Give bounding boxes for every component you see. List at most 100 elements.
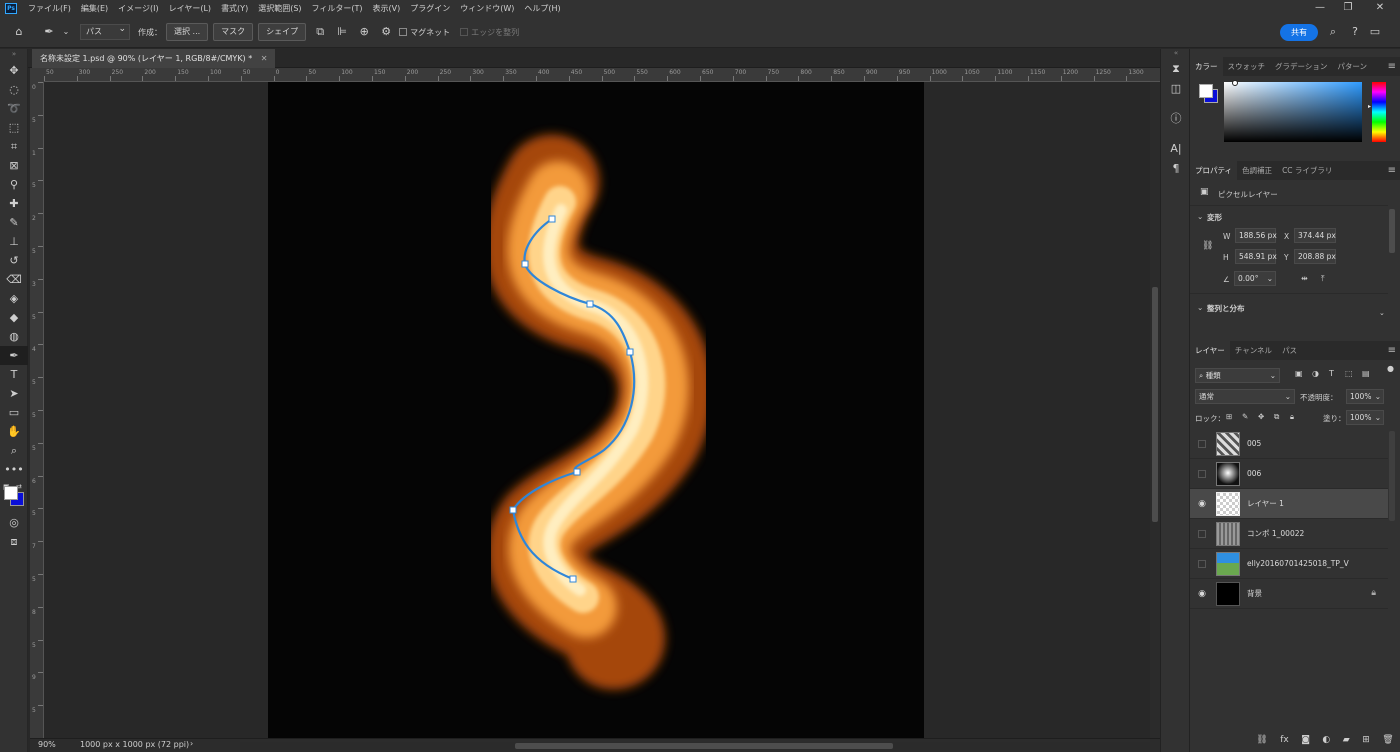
path-anchor-point[interactable]	[548, 215, 556, 223]
restore-button[interactable]: ❐	[1334, 0, 1362, 17]
visibility-toggle[interactable]	[1198, 530, 1206, 538]
object-select-tool-icon[interactable]: ⬚	[0, 118, 28, 137]
path-operations-icon[interactable]: ⧉	[311, 23, 329, 41]
pen-tool-preset-icon[interactable]: ✒	[40, 23, 58, 41]
strip-collapse-icon[interactable]: «	[1161, 49, 1191, 59]
path-anchor-point[interactable]	[573, 468, 581, 476]
lock-transparent-icon[interactable]: ⊞	[1226, 412, 1232, 421]
color-field[interactable]	[1224, 82, 1362, 142]
delete-layer-icon[interactable]: 🗑︎	[1382, 735, 1393, 749]
menu-type[interactable]: 書式(Y)	[216, 3, 253, 14]
path-anchor-point[interactable]	[569, 575, 577, 583]
healing-brush-tool-icon[interactable]: ✚	[0, 194, 28, 213]
y-field[interactable]: 208.88 px	[1294, 249, 1336, 264]
layer-row[interactable]: ◉ レイヤー 1	[1190, 489, 1388, 519]
photoshop-logo[interactable]: Ps	[5, 3, 17, 14]
lasso-tool-icon[interactable]: ➰	[0, 99, 28, 118]
filter-pixel-icon[interactable]: ▣	[1295, 369, 1303, 378]
vertical-scrollbar[interactable]	[1150, 82, 1160, 738]
layer-row[interactable]: elly20160701425018_TP_V	[1190, 549, 1388, 579]
dodge-tool-icon[interactable]: ◍	[0, 327, 28, 346]
menu-plugins[interactable]: プラグイン	[405, 3, 455, 14]
properties-scroll-down-icon[interactable]: ⌄	[1379, 309, 1385, 317]
eyedropper-tool-icon[interactable]: ⚲	[0, 175, 28, 194]
vertical-scrollbar-thumb[interactable]	[1152, 287, 1158, 522]
align-section-chevron-icon[interactable]: ⌄	[1197, 303, 1203, 312]
foreground-color-swatch[interactable]	[4, 486, 18, 500]
angle-field[interactable]: 0.00° ⌄	[1234, 271, 1276, 286]
layers-panel-menu-icon[interactable]: ≡	[1388, 341, 1396, 360]
layer-row[interactable]: ◉ 背景 🔒︎	[1190, 579, 1388, 609]
more-tools-icon[interactable]: •••	[0, 460, 28, 479]
filter-smart-object-icon[interactable]: ▤	[1362, 369, 1370, 378]
visibility-toggle[interactable]	[1198, 440, 1206, 448]
menu-help[interactable]: ヘルプ(H)	[519, 3, 565, 14]
marquee-tool-icon[interactable]: ◌	[0, 80, 28, 99]
screen-mode-icon[interactable]: ⧈	[0, 532, 28, 551]
zoom-level[interactable]: 90%	[38, 740, 56, 749]
quick-mask-icon[interactable]: ◎	[0, 513, 28, 532]
horizontal-scrollbar[interactable]	[240, 742, 1150, 750]
canvas-workspace[interactable]	[44, 82, 1150, 738]
layers-scrollbar-thumb[interactable]	[1389, 431, 1395, 521]
properties-panel-menu-icon[interactable]: ≡	[1388, 161, 1396, 180]
hue-slider[interactable]	[1372, 82, 1386, 142]
filter-shape-icon[interactable]: ⬚	[1345, 369, 1353, 378]
transform-section-chevron-icon[interactable]: ⌄	[1197, 212, 1203, 221]
menu-image[interactable]: イメージ(I)	[113, 3, 163, 14]
close-button[interactable]: ✕	[1366, 0, 1394, 17]
fill-field[interactable]: 100% ⌄	[1346, 410, 1384, 425]
layer-row[interactable]: コンポ 1_00022	[1190, 519, 1388, 549]
tab-channels[interactable]: チャンネル	[1230, 341, 1277, 360]
menu-select[interactable]: 選択範囲(S)	[253, 3, 306, 14]
document-tab[interactable]: 名称未設定 1.psd @ 90% (レイヤー 1, RGB/8#/CMYK) …	[32, 49, 276, 68]
new-adjustment-layer-icon[interactable]: ◐	[1322, 735, 1330, 749]
add-mask-icon[interactable]: ◙	[1301, 735, 1310, 749]
tab-gradients[interactable]: グラデーション	[1270, 57, 1332, 76]
history-icon[interactable]: ⧗	[1161, 59, 1191, 79]
new-layer-icon[interactable]: ⊞	[1362, 735, 1370, 749]
horizontal-ruler[interactable]: 50 300 250 200 150 100 50 0 50 100 150 200 250 300 350…	[44, 68, 1160, 82]
path-anchor-point[interactable]	[521, 260, 529, 268]
lock-artboard-icon[interactable]: ⧉	[1274, 412, 1279, 422]
make-mask-button[interactable]: マスク	[213, 23, 254, 41]
eye-icon[interactable]: ◉	[1196, 588, 1208, 600]
workspace-icon[interactable]: ▭	[1366, 23, 1384, 41]
document-canvas[interactable]	[268, 82, 924, 738]
height-field[interactable]: 548.91 px	[1235, 249, 1277, 264]
menu-window[interactable]: ウィンドウ(W)	[455, 3, 519, 14]
visibility-toggle[interactable]	[1198, 560, 1206, 568]
menu-filter[interactable]: フィルター(T)	[307, 3, 368, 14]
tab-patterns[interactable]: パターン	[1332, 57, 1372, 76]
path-anchor-point[interactable]	[509, 506, 517, 514]
lock-position-icon[interactable]: ✥	[1258, 412, 1264, 421]
tool-mode-select[interactable]: パス	[80, 22, 130, 40]
ruler-origin[interactable]	[30, 68, 44, 82]
flip-vertical-icon[interactable]: ⤒	[1321, 274, 1325, 284]
eraser-tool-icon[interactable]: ⌫	[0, 270, 28, 289]
tab-layers[interactable]: レイヤー	[1190, 341, 1230, 360]
x-field[interactable]: 374.44 px	[1294, 228, 1336, 243]
align-section-title[interactable]: 整列と分布	[1207, 303, 1245, 314]
history-brush-tool-icon[interactable]: ↺	[0, 251, 28, 270]
chevron-down-icon[interactable]: ⌄	[62, 23, 70, 41]
brush-tool-icon[interactable]: ✎	[0, 213, 28, 232]
color-panel-foreground-swatch[interactable]	[1199, 84, 1213, 98]
comments-icon[interactable]: ◫	[1161, 79, 1191, 99]
layer-row[interactable]: 005	[1190, 429, 1388, 459]
vertical-ruler[interactable]: 0 5 1 5 2 5 3 5 4 5 5 5 6 5 7 5 8 5 9 5	[30, 82, 44, 738]
toolbar-collapse-icon[interactable]: »	[0, 49, 28, 61]
color-picker-handle[interactable]	[1232, 80, 1238, 86]
link-layers-icon[interactable]: ⛓	[1256, 735, 1267, 749]
blend-mode-select[interactable]: 通常 ⌄	[1195, 389, 1295, 404]
magnet-checkbox[interactable]: マグネット	[399, 27, 450, 38]
lock-image-icon[interactable]: ✎	[1242, 412, 1248, 421]
character-icon[interactable]: A|	[1161, 139, 1191, 159]
transform-section-title[interactable]: 変形	[1207, 212, 1222, 223]
tab-swatches[interactable]: スウォッチ	[1223, 57, 1271, 76]
make-selection-button[interactable]: 選択 ...	[166, 23, 209, 41]
tab-color[interactable]: カラー	[1190, 57, 1223, 76]
frame-tool-icon[interactable]: ⊠	[0, 156, 28, 175]
clone-stamp-tool-icon[interactable]: ⊥	[0, 232, 28, 251]
type-tool-icon[interactable]: T	[0, 365, 28, 384]
